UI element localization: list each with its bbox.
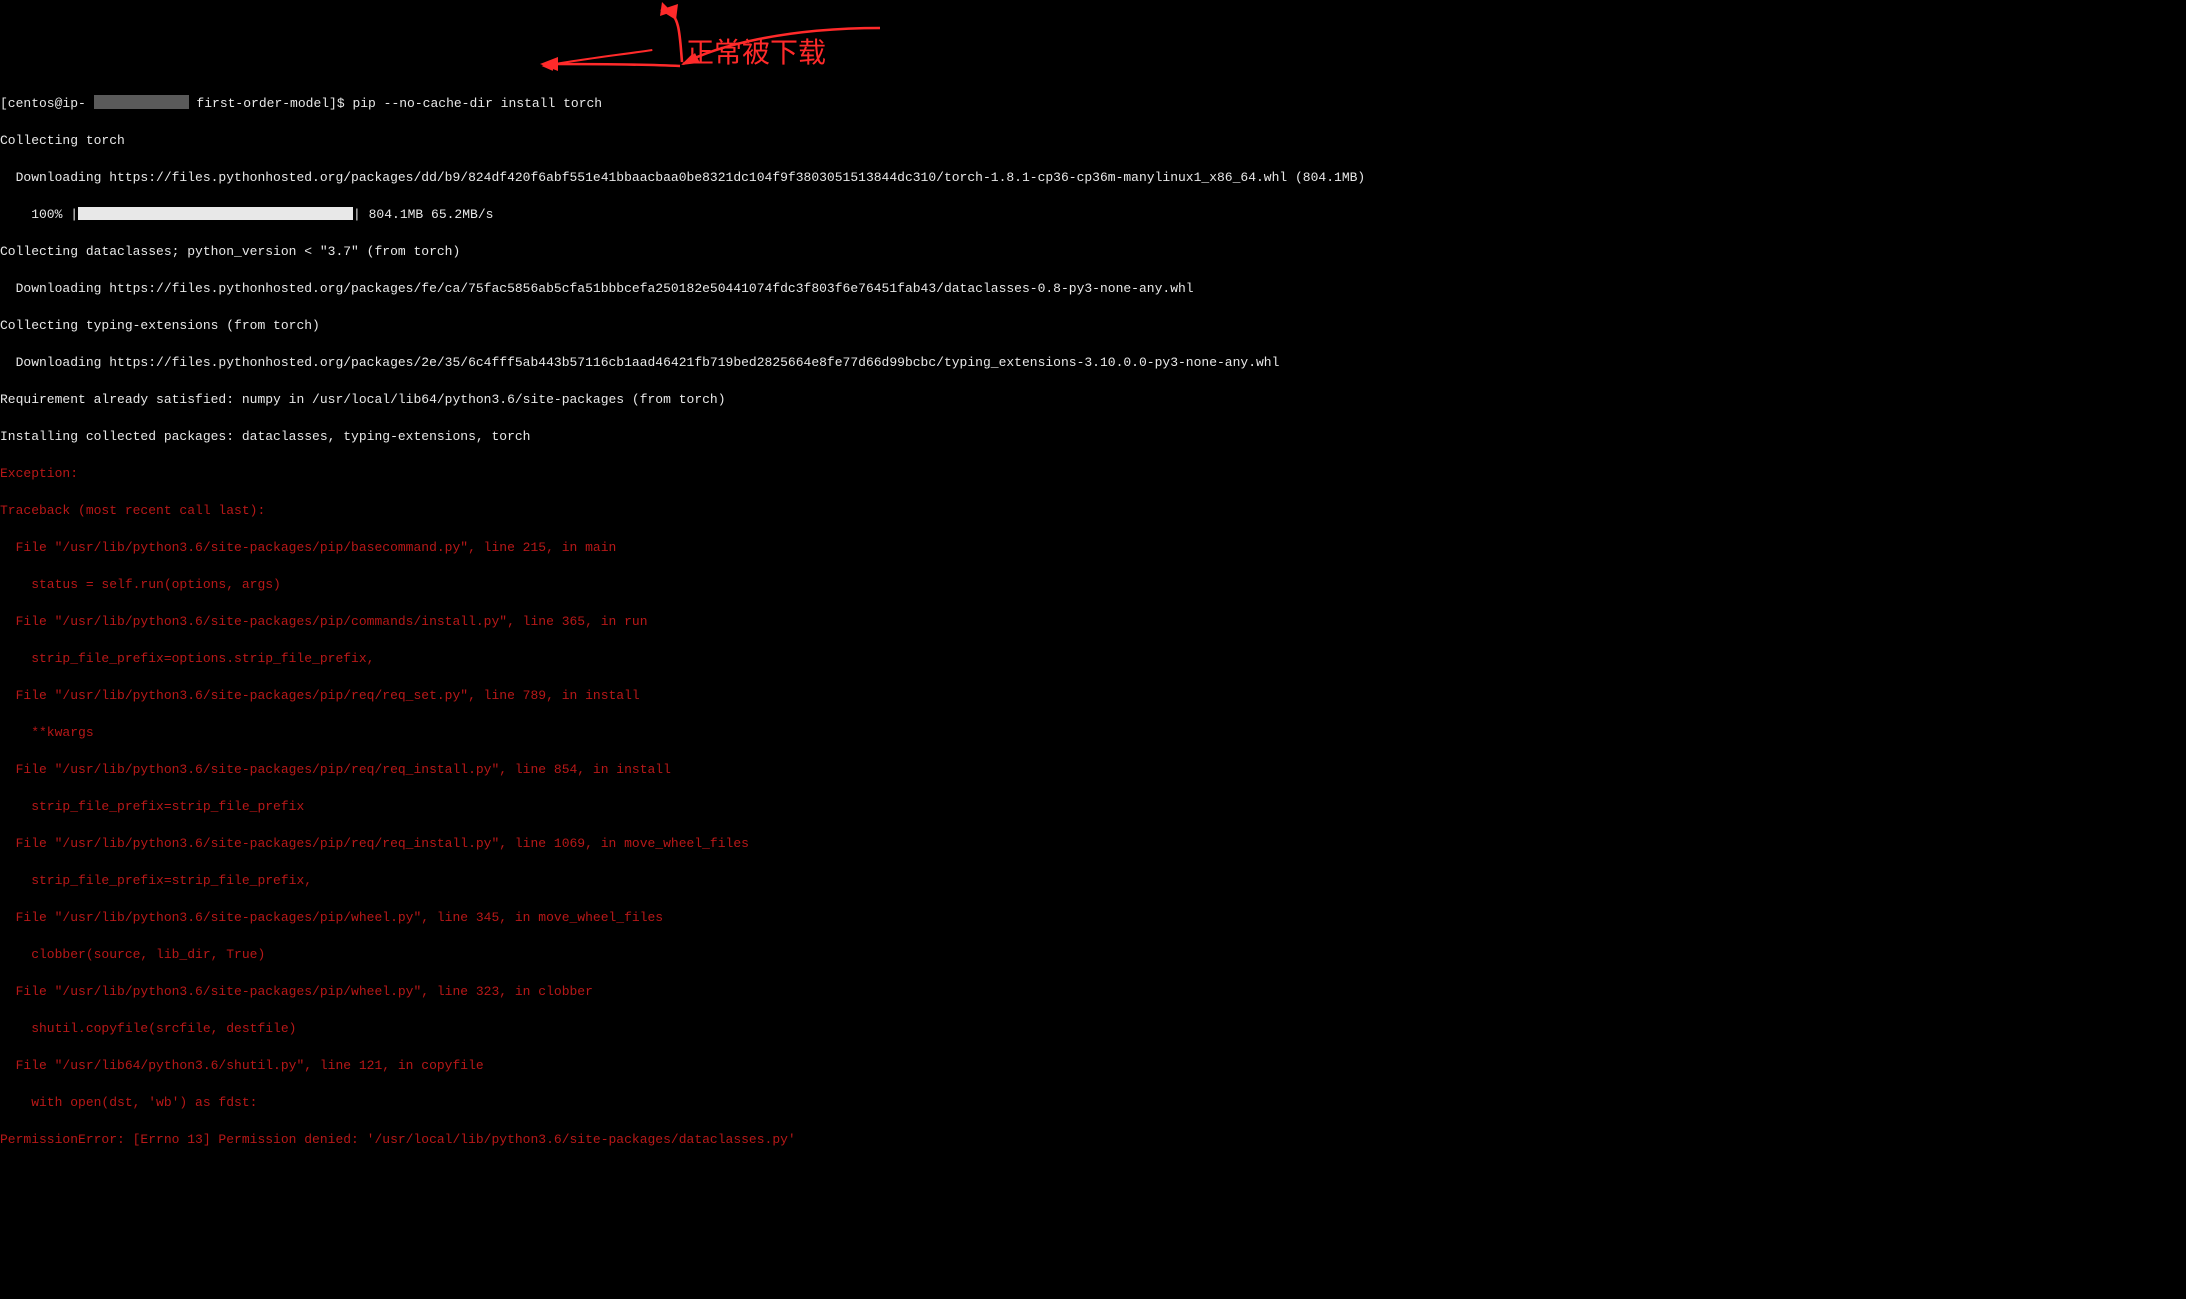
error-line: File "/usr/lib/python3.6/site-packages/p…	[0, 983, 2186, 1002]
annotation-arrow-icon	[540, 48, 686, 76]
output-line: Downloading https://files.pythonhosted.o…	[0, 354, 2186, 373]
prompt-line[interactable]: [centos@ip- first-order-model]$ pip --no…	[0, 95, 2186, 114]
error-line: strip_file_prefix=strip_file_prefix,	[0, 872, 2186, 891]
error-line: File "/usr/lib/python3.6/site-packages/p…	[0, 835, 2186, 854]
output-line: Downloading https://files.pythonhosted.o…	[0, 280, 2186, 299]
error-line: File "/usr/lib64/python3.6/shutil.py", l…	[0, 1057, 2186, 1076]
error-line: File "/usr/lib/python3.6/site-packages/p…	[0, 539, 2186, 558]
error-line: status = self.run(options, args)	[0, 576, 2186, 595]
progress-percent: 100% |	[0, 207, 78, 222]
error-line: File "/usr/lib/python3.6/site-packages/p…	[0, 613, 2186, 632]
progress-stats: | 804.1MB 65.2MB/s	[353, 207, 501, 222]
error-line: PermissionError: [Errno 13] Permission d…	[0, 1131, 2186, 1150]
error-line: File "/usr/lib/python3.6/site-packages/p…	[0, 761, 2186, 780]
prompt-user-host: [centos@ip-	[0, 96, 94, 111]
terminal-output: [centos@ip- first-order-model]$ pip --no…	[0, 76, 2186, 1168]
error-line: Exception:	[0, 465, 2186, 484]
error-line: with open(dst, 'wb') as fdst:	[0, 1094, 2186, 1113]
error-line: strip_file_prefix=strip_file_prefix	[0, 798, 2186, 817]
annotation-text: 正常被下载	[686, 44, 826, 63]
output-line: Installing collected packages: dataclass…	[0, 428, 2186, 447]
error-line: clobber(source, lib_dir, True)	[0, 946, 2186, 965]
output-line: Requirement already satisfied: numpy in …	[0, 391, 2186, 410]
output-line: Downloading https://files.pythonhosted.o…	[0, 169, 2186, 188]
error-line: Traceback (most recent call last):	[0, 502, 2186, 521]
progress-bar-fill	[78, 207, 353, 220]
error-line: **kwargs	[0, 724, 2186, 743]
annotation-arrow-icon	[535, 26, 895, 66]
error-line: File "/usr/lib/python3.6/site-packages/p…	[0, 687, 2186, 706]
error-line: strip_file_prefix=options.strip_file_pre…	[0, 650, 2186, 669]
output-line: Collecting dataclasses; python_version <…	[0, 243, 2186, 262]
error-line: File "/usr/lib/python3.6/site-packages/p…	[0, 909, 2186, 928]
prompt-cwd: first-order-model]$	[189, 96, 353, 111]
command-text: pip --no-cache-dir install torch	[352, 96, 602, 111]
output-line: Collecting typing-extensions (from torch…	[0, 317, 2186, 336]
output-line: Collecting torch	[0, 132, 2186, 151]
error-line: shutil.copyfile(srcfile, destfile)	[0, 1020, 2186, 1039]
redacted-ip	[94, 95, 189, 109]
progress-line: 100% | | 804.1MB 65.2MB/s	[0, 206, 2186, 225]
